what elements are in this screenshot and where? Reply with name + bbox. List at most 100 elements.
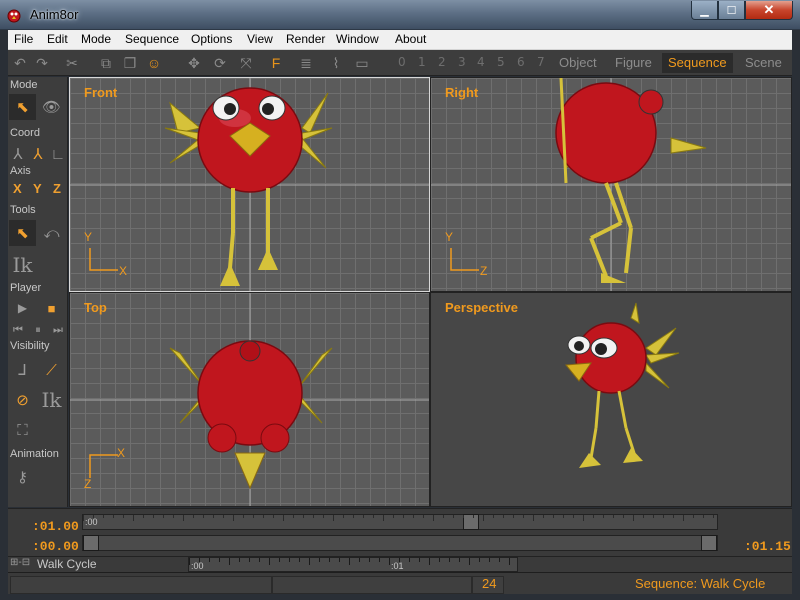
tab-object[interactable]: Object <box>553 53 603 73</box>
smiley-icon[interactable]: ☺ <box>144 53 164 73</box>
keyframe-3[interactable]: 3 <box>458 55 466 69</box>
axis-z-toggle[interactable]: Z <box>53 181 61 196</box>
undo-icon[interactable]: ↶ <box>10 53 30 73</box>
list-icon[interactable]: ≣ <box>296 53 316 73</box>
tool-select-icon[interactable]: ⬉ <box>9 220 36 246</box>
keyframe-7[interactable]: 7 <box>537 55 545 69</box>
view-eye-icon[interactable]: 👁 <box>38 94 65 120</box>
menu-edit[interactable]: Edit <box>47 32 68 46</box>
timeline-tick <box>123 515 124 518</box>
track-icon[interactable]: ▭ <box>352 53 372 73</box>
menu-view[interactable]: View <box>247 32 273 46</box>
fast-forward-icon[interactable]: ⏭ <box>48 317 68 343</box>
viewport-top[interactable]: Top X Z <box>69 292 430 507</box>
coord-object-icon[interactable]: ⅄ <box>28 141 48 167</box>
tab-figure[interactable]: Figure <box>609 53 658 73</box>
minimize-button[interactable]: ▁ <box>691 1 718 20</box>
menu-options[interactable]: Options <box>191 32 232 46</box>
menu-mode[interactable]: Mode <box>81 32 111 46</box>
timeline-tick <box>113 515 114 518</box>
timeline-tick <box>703 515 704 518</box>
transform-icon[interactable]: ⤧ <box>236 53 256 73</box>
timeline-tick <box>153 515 154 518</box>
timeline-tick <box>83 515 84 521</box>
select-arrow-icon[interactable]: ⬉ <box>9 94 36 120</box>
viewport-label-front: Front <box>84 85 118 100</box>
timeline-tick <box>343 515 344 518</box>
keyframe-ruler[interactable]: :00 :01 <box>188 557 518 572</box>
menu-render[interactable]: Render <box>286 32 325 46</box>
tool-rotate-bone-icon[interactable]: ⤺ <box>38 220 65 246</box>
range-start-handle[interactable] <box>83 535 99 551</box>
timeline-tick <box>613 515 614 518</box>
menu-file[interactable]: File <box>14 32 33 46</box>
timeline-tick <box>203 515 204 518</box>
key-icon[interactable]: ⚷ <box>9 464 36 490</box>
time-scrubber[interactable]: :00 <box>82 514 718 530</box>
show-figure-icon[interactable]: ⛶ <box>9 417 36 443</box>
ruler-tick <box>319 558 320 562</box>
show-axes-icon[interactable]: ⅃ <box>9 357 36 383</box>
viewport-perspective[interactable]: Perspective <box>430 292 792 507</box>
keyframe-4[interactable]: 4 <box>477 55 485 69</box>
tab-sequence[interactable]: Sequence <box>662 53 733 73</box>
paste-icon[interactable]: ❐ <box>120 53 140 73</box>
keyframe-5[interactable]: 5 <box>497 55 505 69</box>
ruler-tick <box>199 558 200 562</box>
section-axis-label: Axis <box>10 165 31 177</box>
timeline-tick <box>513 515 514 518</box>
timeline-tick <box>373 515 374 518</box>
cut-icon[interactable]: ✂ <box>62 53 82 73</box>
menu-about[interactable]: About <box>395 32 426 46</box>
timeline-tick <box>213 515 214 518</box>
timeline-tick <box>93 515 94 518</box>
axis-x-toggle[interactable]: X <box>13 181 22 196</box>
range-end-handle[interactable] <box>701 535 717 551</box>
sequence-track-name[interactable]: Walk Cycle <box>37 557 97 571</box>
keyframe-0[interactable]: 0 <box>398 55 406 69</box>
timeline-tick <box>543 515 544 518</box>
close-button[interactable]: ✕ <box>745 1 793 20</box>
tab-scene[interactable]: Scene <box>739 53 788 73</box>
figure-icon[interactable]: F <box>266 53 286 73</box>
time-scrubber-handle[interactable] <box>463 514 479 530</box>
ruler-tick <box>239 558 240 562</box>
ruler-tick <box>419 558 420 562</box>
timeline-tick <box>293 515 294 518</box>
range-slider[interactable] <box>82 535 718 551</box>
rotate-icon[interactable]: ⟳ <box>210 53 230 73</box>
redo-icon[interactable]: ↷ <box>32 53 52 73</box>
keyframe-2[interactable]: 2 <box>438 55 446 69</box>
show-ik-button[interactable]: Ik <box>38 387 65 413</box>
section-mode-label: Mode <box>10 79 38 91</box>
coord-world-icon[interactable]: ∟ <box>48 141 68 167</box>
show-bones-icon[interactable]: ⟋ <box>38 357 65 383</box>
coord-screen-icon[interactable]: ⅄ <box>8 141 28 167</box>
ruler-tick <box>249 558 250 562</box>
timeline-tick <box>333 515 334 521</box>
move-icon[interactable]: ✥ <box>184 53 204 73</box>
keyframe-6[interactable]: 6 <box>517 55 525 69</box>
expand-toggle-icon[interactable]: ⊞-⊟ <box>10 557 30 568</box>
viewport-front[interactable]: Front Y X <box>69 77 430 292</box>
menu-sequence[interactable]: Sequence <box>125 32 179 46</box>
graph-icon[interactable]: ⌇ <box>326 53 346 73</box>
axis-y-toggle[interactable]: Y <box>33 181 42 196</box>
timeline-tick <box>133 515 134 521</box>
window-titlebar[interactable]: Anim8or ▁ ☐ ✕ <box>0 0 800 30</box>
timeline-tick <box>223 515 224 518</box>
ruler-tick <box>219 558 220 562</box>
copy-icon[interactable]: ⧉ <box>96 53 116 73</box>
show-objects-icon[interactable]: ⊘ <box>9 387 36 413</box>
ruler-tick <box>459 558 460 562</box>
maximize-button[interactable]: ☐ <box>718 1 745 20</box>
ik-tool-button[interactable]: Ik <box>9 252 36 278</box>
ruler-tick <box>189 558 190 565</box>
frame-count: 24 <box>482 576 497 591</box>
section-visibility-label: Visibility <box>10 340 50 352</box>
timeline-tick <box>253 515 254 518</box>
timeline-tick <box>103 515 104 518</box>
menu-window[interactable]: Window <box>336 32 379 46</box>
viewport-right[interactable]: Right Y Z <box>430 77 792 292</box>
keyframe-1[interactable]: 1 <box>418 55 426 69</box>
